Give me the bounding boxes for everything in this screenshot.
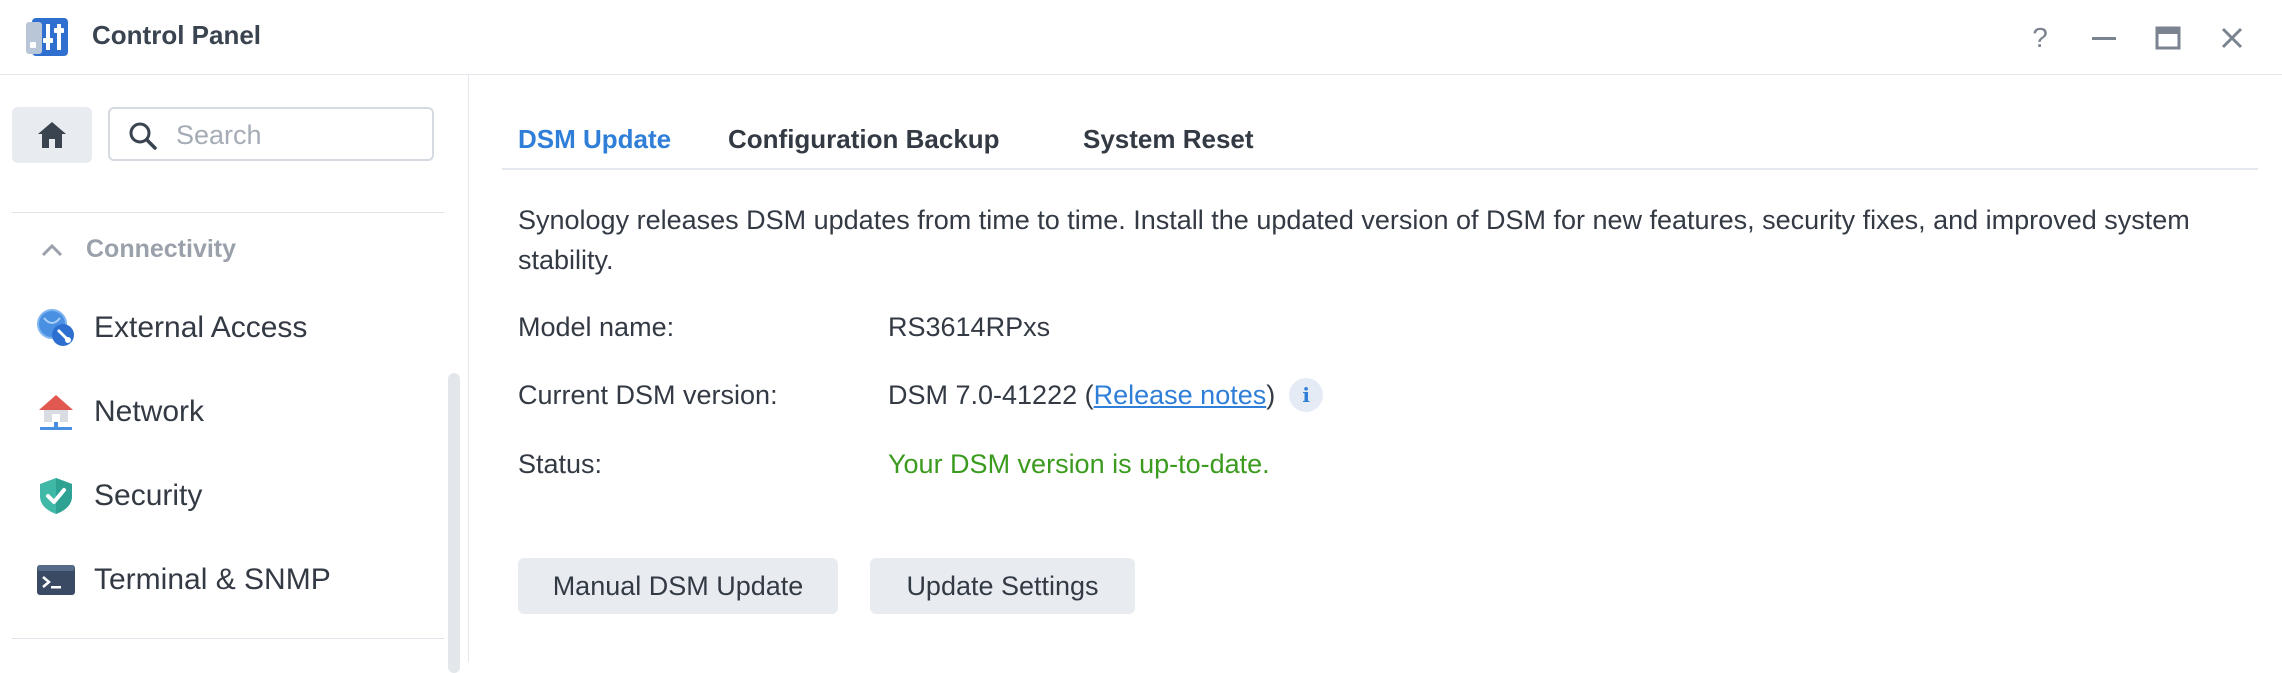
status-label: Status:	[518, 449, 603, 479]
maximize-icon	[2155, 26, 2181, 50]
sidebar: Connectivity External Access Ne	[0, 75, 469, 673]
update-settings-button[interactable]: Update Settings	[870, 558, 1135, 614]
tab-system-reset[interactable]: System Reset	[1067, 114, 1270, 164]
sidebar-item-label: Network	[94, 395, 205, 428]
help-icon: ?	[2032, 22, 2048, 53]
network-house-icon	[36, 392, 76, 432]
home-button[interactable]	[12, 107, 92, 163]
section-connectivity-header[interactable]: Connectivity	[40, 235, 236, 264]
close-icon	[2221, 27, 2243, 49]
external-access-icon	[36, 308, 76, 348]
minimize-icon	[2092, 37, 2116, 40]
section-label: Connectivity	[86, 235, 237, 263]
sidebar-divider	[12, 638, 444, 639]
sidebar-item-network[interactable]: Network	[36, 384, 436, 440]
dsm-version-label: Current DSM version:	[518, 380, 778, 410]
chevron-up-icon	[41, 243, 63, 256]
tab-configuration-backup[interactable]: Configuration Backup	[712, 114, 1016, 164]
window-title: Control Panel	[92, 20, 262, 50]
release-notes-link[interactable]: Release notes	[1094, 380, 1267, 411]
sidebar-item-label: External Access	[94, 311, 308, 344]
maximize-button[interactable]	[2148, 18, 2188, 58]
model-name-value: RS3614RPxs	[888, 312, 1051, 342]
model-name-label: Model name:	[518, 312, 675, 342]
minimize-button[interactable]	[2084, 18, 2124, 58]
search-box[interactable]	[108, 107, 434, 161]
help-button[interactable]: ?	[2020, 18, 2060, 58]
title-bar: Control Panel ?	[0, 0, 2282, 75]
control-panel-app-icon	[24, 16, 70, 58]
dsm-version-row: DSM 7.0-41222 (Release notes) i	[888, 374, 1324, 416]
status-value: Your DSM version is up-to-date.	[888, 449, 1270, 479]
terminal-icon	[36, 560, 76, 600]
update-description: Synology releases DSM updates from time …	[518, 205, 2190, 275]
tab-bar: DSM Update Configuration Backup System R…	[502, 110, 2258, 170]
tab-dsm-update[interactable]: DSM Update	[502, 114, 687, 164]
shield-check-icon	[36, 476, 76, 516]
close-button[interactable]	[2212, 18, 2252, 58]
sidebar-divider	[12, 212, 444, 213]
home-icon	[38, 122, 66, 148]
sidebar-item-label: Terminal & SNMP	[94, 563, 331, 596]
dsm-version-value: DSM 7.0-41222 (	[888, 379, 1094, 410]
manual-dsm-update-button[interactable]: Manual DSM Update	[518, 558, 838, 614]
sidebar-scrollbar[interactable]	[448, 373, 460, 673]
sidebar-item-label: Security	[94, 479, 203, 512]
dsm-version-suffix: )	[1266, 379, 1276, 410]
sidebar-item-security[interactable]: Security	[36, 468, 436, 524]
search-icon	[129, 122, 157, 150]
info-icon[interactable]: i	[1289, 378, 1324, 412]
sidebar-item-terminal-snmp[interactable]: Terminal & SNMP	[36, 552, 436, 608]
sidebar-item-external-access[interactable]: External Access	[36, 300, 436, 356]
search-input[interactable]	[174, 117, 418, 153]
